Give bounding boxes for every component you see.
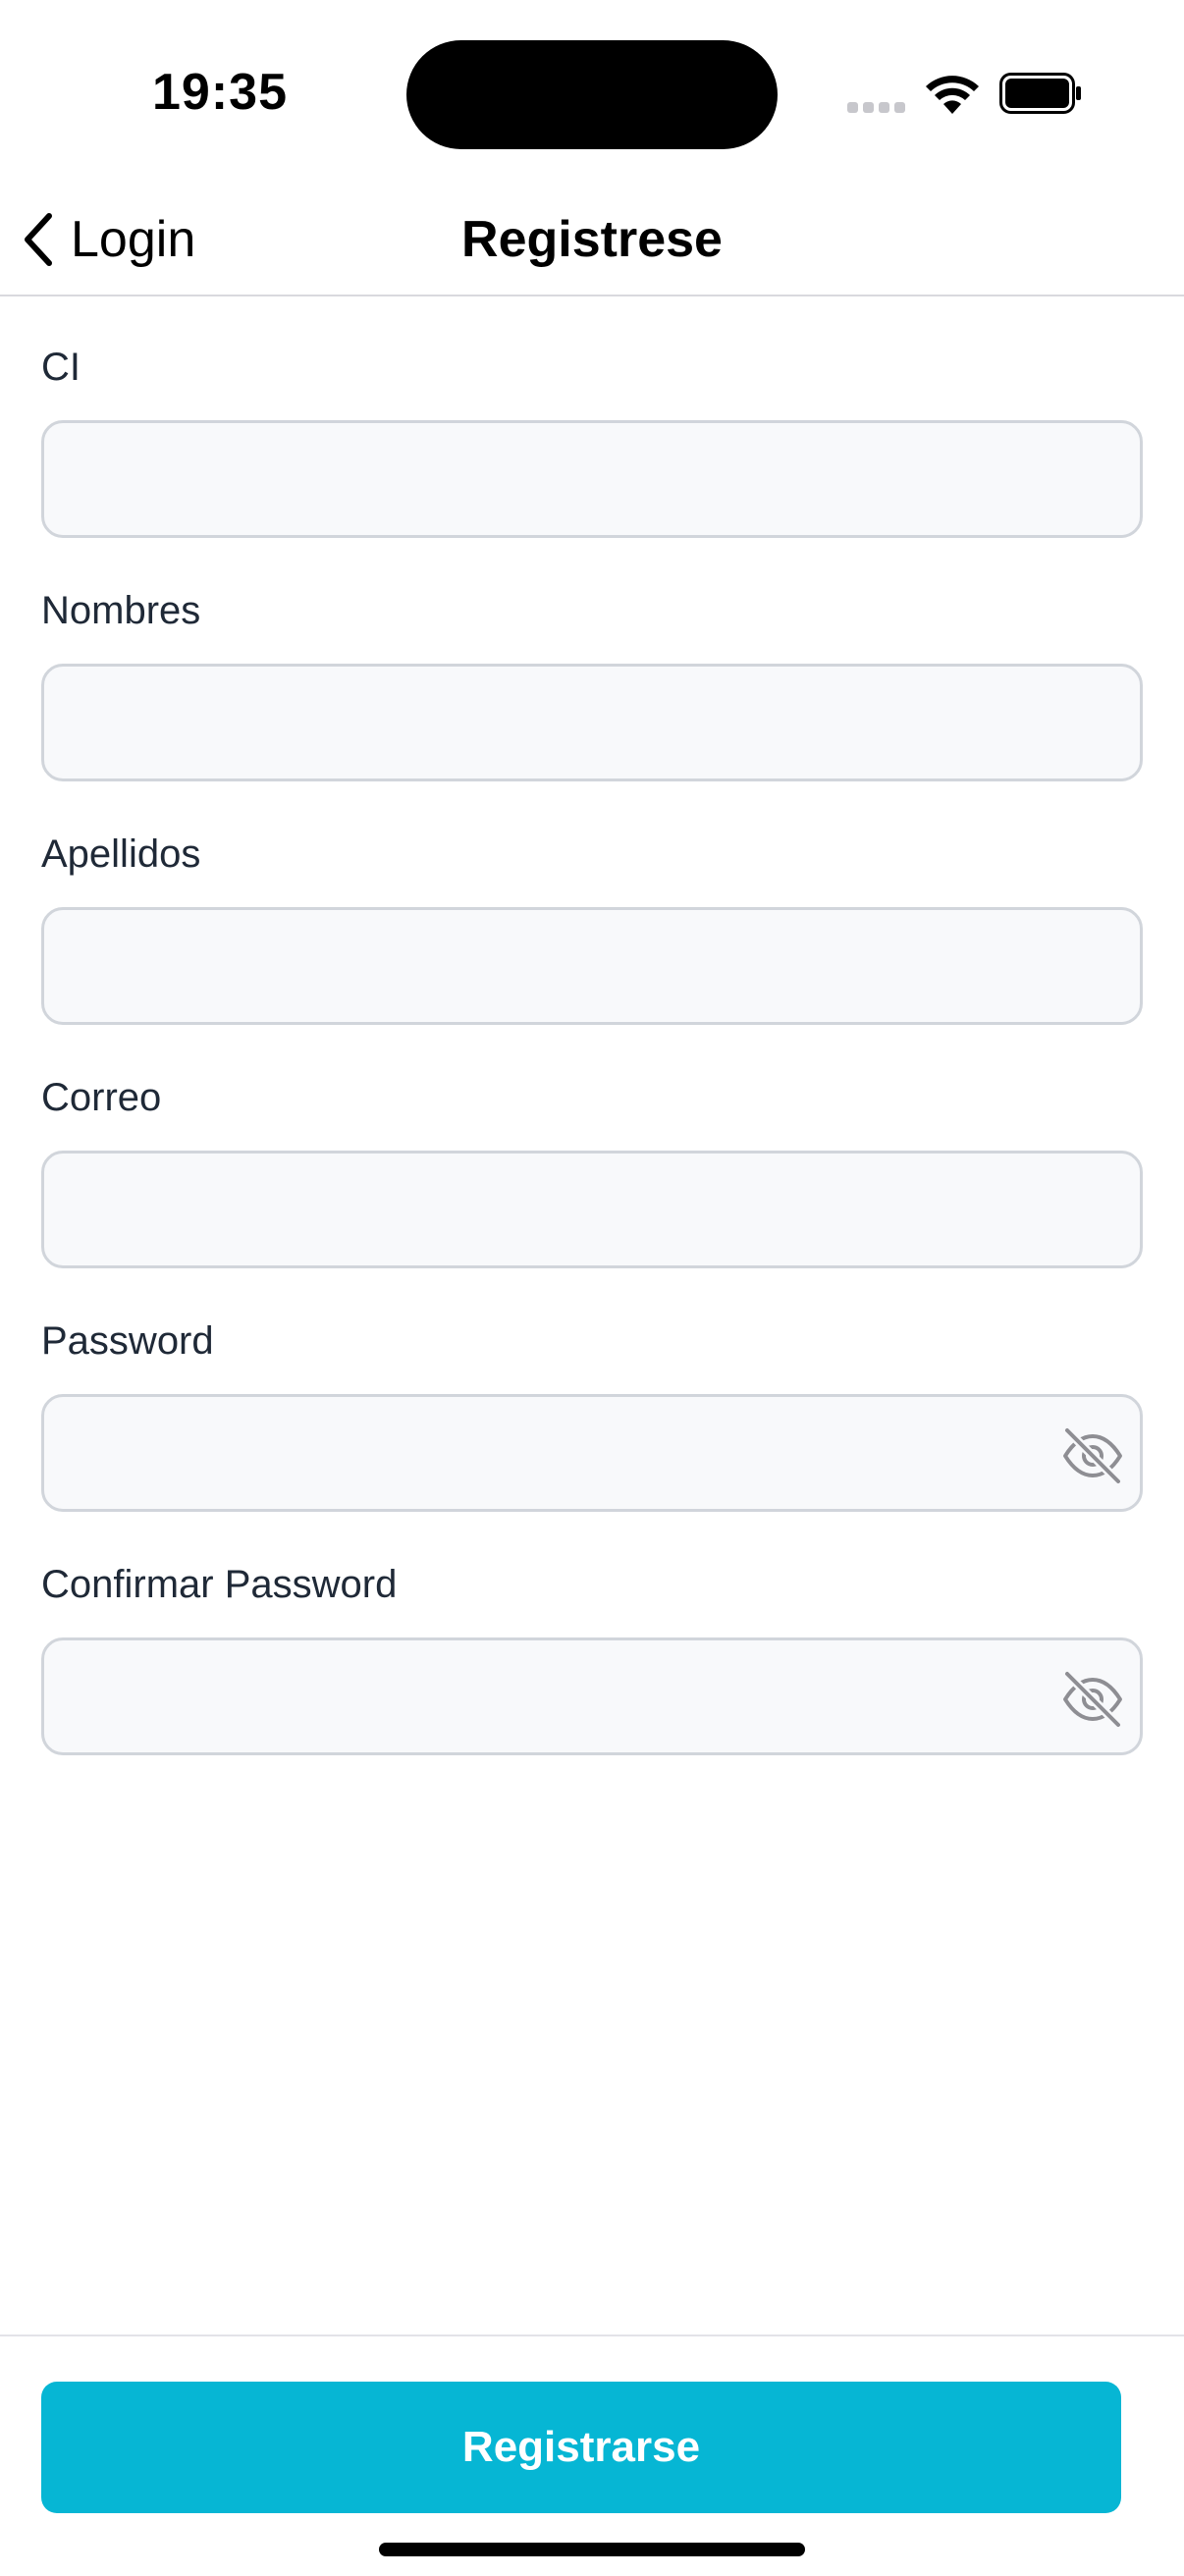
- register-button[interactable]: Registrarse: [41, 2382, 1121, 2513]
- footer: Registrarse: [0, 2334, 1184, 2576]
- password-field: Password: [41, 1268, 1143, 1512]
- ci-field: CI: [41, 295, 1143, 538]
- eye-off-icon[interactable]: [1061, 1668, 1124, 1731]
- apellidos-input-box: [41, 907, 1143, 1025]
- nombres-label: Nombres: [41, 589, 201, 632]
- wifi-icon: [926, 76, 979, 114]
- home-indicator[interactable]: [379, 2543, 805, 2556]
- confirm-password-input-box: [41, 1637, 1143, 1755]
- nombres-input[interactable]: [44, 667, 1140, 778]
- nombres-field: Nombres: [41, 538, 1143, 781]
- battery-icon: [999, 73, 1081, 114]
- password-input-box: [41, 1394, 1143, 1512]
- status-time: 19:35: [152, 64, 288, 121]
- navigation-bar: Login Registrese: [0, 187, 1184, 296]
- correo-field: Correo: [41, 1025, 1143, 1268]
- password-label: Password: [41, 1319, 214, 1363]
- dynamic-island: [406, 40, 778, 149]
- nombres-input-box: [41, 664, 1143, 781]
- ci-input-box: [41, 420, 1143, 538]
- apellidos-field: Apellidos: [41, 781, 1143, 1025]
- ci-input[interactable]: [44, 423, 1140, 535]
- correo-input[interactable]: [44, 1154, 1140, 1265]
- correo-label: Correo: [41, 1076, 162, 1119]
- page-title: Registrese: [461, 211, 723, 268]
- eye-off-icon[interactable]: [1061, 1424, 1124, 1487]
- status-bar: 19:35: [0, 0, 1184, 187]
- confirm-password-input[interactable]: [44, 1640, 1140, 1752]
- correo-input-box: [41, 1151, 1143, 1268]
- confirm-password-field: Confirmar Password: [41, 1512, 1143, 1755]
- cellular-signal-icon: [847, 102, 906, 114]
- password-input[interactable]: [44, 1397, 1140, 1509]
- apellidos-label: Apellidos: [41, 832, 201, 876]
- ci-label: CI: [41, 346, 81, 389]
- confirm-password-label: Confirmar Password: [41, 1563, 398, 1606]
- apellidos-input[interactable]: [44, 910, 1140, 1022]
